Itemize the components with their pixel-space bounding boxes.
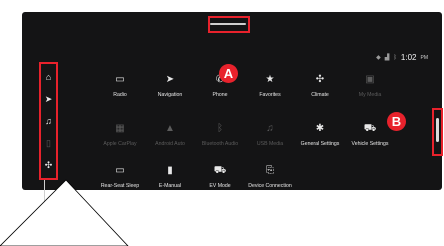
zoom-wedge-shape [0, 179, 129, 246]
zoom-callout-wedge [0, 179, 129, 246]
